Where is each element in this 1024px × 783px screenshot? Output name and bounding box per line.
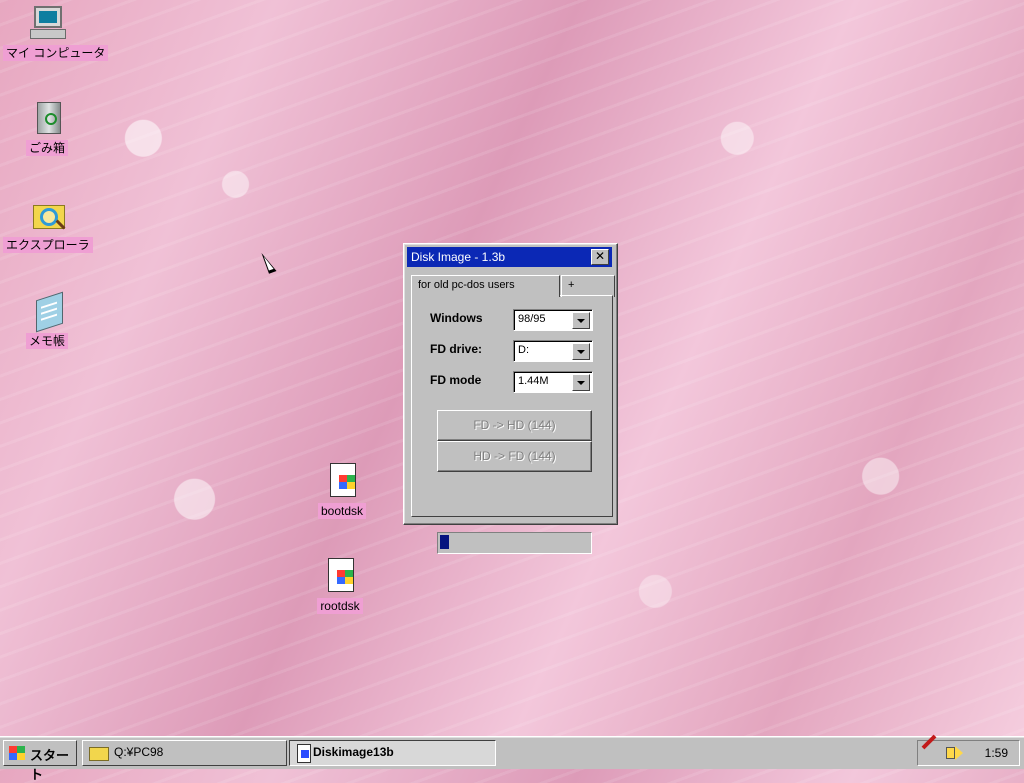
windows-file-icon [320,557,360,595]
taskbar-folder-item[interactable]: Q:¥PC98 [82,740,287,766]
folder-icon [89,747,109,761]
fd-drive-label: FD drive: [430,342,483,356]
fd-drive-select[interactable]: D: [513,340,593,362]
options-panel: Windows 98/95 FD drive: D: FD mode 1.44M… [411,295,613,554]
folder-task-label: Q:¥PC98 [114,745,164,759]
computer-icon [27,4,67,42]
fd-mode-value: 1.44M [518,375,549,387]
speaker-icon[interactable] [946,746,963,760]
start-button[interactable]: スタート [3,740,77,783]
rootdsk-file[interactable]: rootdsk [296,557,384,614]
notepad-label: メモ帳 [25,333,68,349]
windows-file-icon [322,462,362,500]
notepad-shortcut[interactable]: メモ帳 [3,291,91,349]
close-icon[interactable]: ✕ [591,249,609,265]
taskbar-diskimage-item[interactable]: Diskimage13b [289,740,496,766]
clock: 1:59 [984,746,1008,760]
taskbar: スタート Q:¥PC98 Diskimage13b 1:59 [0,734,1024,783]
my-computer-label: マイ コンピュータ [3,45,109,61]
start-label: スタート [30,749,70,783]
disk-image-window: Disk Image - 1.3b ✕ for old pc-dos users… [403,243,618,554]
windows-logo-icon [9,746,25,760]
mouse-pointer-icon [261,250,277,274]
hd-to-fd-button[interactable]: HD -> FD (144) [437,441,592,472]
fd-to-hd-button[interactable]: FD -> HD (144) [437,410,592,441]
bootdsk-label: bootdsk [317,503,367,519]
rootdsk-label: rootdsk [317,598,363,614]
fd-mode-select[interactable]: 1.44M [513,371,593,393]
explorer-shortcut[interactable]: エクスプローラ [3,196,93,253]
fd-mode-label: FD mode [430,373,482,387]
title-bar[interactable]: Disk Image - 1.3b ✕ [407,247,612,267]
progress-fill [440,535,449,549]
chevron-down-icon[interactable] [572,343,590,360]
windows-value: 98/95 [518,313,546,325]
windows-select[interactable]: 98/95 [513,309,593,331]
notepad-icon [27,291,67,333]
tab-label: for old pc-dos users [418,279,515,291]
window-title: Disk Image - 1.3b [411,250,506,264]
tab-old-pc-dos-users[interactable]: for old pc-dos users [411,275,560,297]
tab-plus-label: + [568,279,575,291]
recycle-bin-label: ごみ箱 [25,140,68,156]
pen-icon[interactable] [921,734,937,750]
diskimage-task-label: Diskimage13b [313,745,394,759]
chevron-down-icon[interactable] [572,374,590,391]
trash-icon [27,99,67,137]
windows-label: Windows [430,311,483,325]
explorer-icon [27,196,67,234]
bootdsk-file[interactable]: bootdsk [298,462,386,519]
my-computer-shortcut[interactable]: マイ コンピュータ [3,4,109,61]
tab-plus[interactable]: + [561,275,615,297]
disk-image-icon [297,744,311,763]
explorer-label: エクスプローラ [3,237,93,253]
progress-bar [437,532,592,554]
desktop: マイ コンピュータ ごみ箱 エクスプローラ メモ帳 bootdsk rootds… [0,0,1024,736]
system-tray: 1:59 [917,734,1020,766]
chevron-down-icon[interactable] [572,312,590,329]
fd-drive-value: D: [518,344,529,356]
recycle-bin-shortcut[interactable]: ごみ箱 [3,99,91,156]
